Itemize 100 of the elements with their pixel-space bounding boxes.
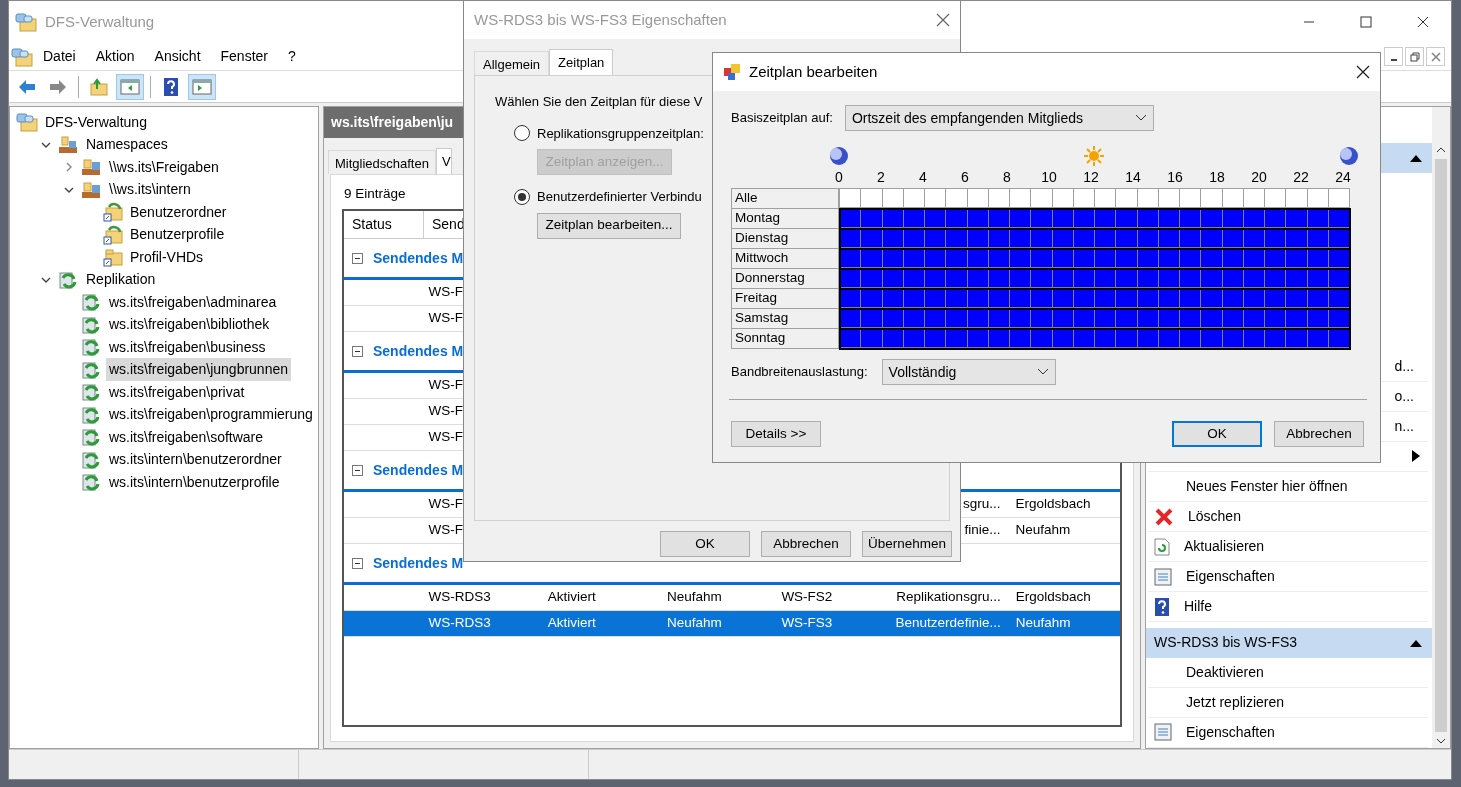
tree-item[interactable]: DFS-Verwaltung — [42, 110, 150, 134]
radio-button[interactable] — [514, 125, 530, 142]
tree-pane-icon[interactable] — [120, 76, 140, 97]
action-item[interactable]: Eigenschaften — [1186, 721, 1275, 743]
tree-item[interactable]: ws.its\intern\benutzerprofile — [106, 470, 283, 494]
schedule-row[interactable] — [840, 229, 1350, 249]
tree-item[interactable]: ws.its\freigaben\jungbrunnen — [106, 358, 291, 382]
menu-item[interactable]: Ansicht — [144, 46, 211, 67]
schedule-button[interactable]: Zeitplan bearbeiten... — [537, 212, 681, 239]
table-cell-text: WS-F — [427, 376, 465, 395]
schedule-row[interactable] — [840, 289, 1350, 309]
scroll-up-icon[interactable] — [1436, 147, 1446, 153]
collapse-icon[interactable] — [352, 252, 363, 264]
hour-label: 6 — [960, 168, 970, 187]
help-icon[interactable] — [161, 76, 181, 97]
hour-label: 18 — [1208, 168, 1226, 187]
action-item[interactable]: Jetzt replizieren — [1186, 691, 1285, 713]
replication-icon — [80, 292, 102, 313]
day-label: Freitag — [731, 288, 839, 309]
tree-item[interactable]: Profil-VHDs — [127, 245, 207, 269]
table-cell-text: WS-RDS3 — [427, 614, 492, 633]
details-button[interactable]: Details >> — [731, 421, 821, 447]
tab[interactable]: Zeitplan — [549, 49, 614, 75]
action-item[interactable]: Deaktivieren — [1186, 661, 1264, 683]
action-item[interactable]: n... — [1394, 415, 1414, 437]
restore-icon[interactable] — [1409, 51, 1420, 62]
table-cell-text: Neufahm — [1014, 614, 1072, 633]
schedule-row[interactable] — [840, 209, 1350, 229]
schedule-row[interactable] — [840, 269, 1350, 289]
time-base-dropdown[interactable]: Ortszeit des empfangenden Mitglieds — [844, 105, 1154, 131]
group-header: Sendendes M — [373, 341, 464, 361]
maximize-icon[interactable] — [1359, 16, 1372, 28]
tree-item[interactable]: ws.its\freigaben\bibliothek — [106, 313, 273, 337]
tree-item[interactable]: Replikation — [83, 268, 159, 292]
refresh-icon[interactable] — [1154, 537, 1170, 556]
tree-item[interactable]: Benutzerordner — [127, 200, 230, 224]
collapse-icon[interactable] — [352, 464, 363, 476]
delete-icon[interactable] — [1154, 506, 1174, 527]
submenu-arrow-icon[interactable] — [1412, 450, 1420, 463]
radio-button[interactable] — [514, 188, 530, 205]
tab[interactable]: Allgemein — [474, 51, 550, 75]
close-icon[interactable] — [1416, 16, 1429, 28]
dialog-title: WS-RDS3 bis WS-FS3 Eigenschaften — [474, 9, 727, 30]
hour-label: 8 — [1002, 168, 1012, 187]
tree-item[interactable]: ws.its\freigaben\business — [106, 335, 269, 359]
scroll-down-icon[interactable] — [1436, 738, 1446, 744]
dialog-button[interactable]: Abbrechen — [761, 531, 851, 557]
menu-item[interactable]: Fenster — [210, 46, 278, 67]
menu-item[interactable]: ? — [278, 46, 306, 67]
tree-item[interactable]: ws.its\freigaben\adminarea — [106, 290, 280, 314]
table-cell-text: WS-F — [427, 309, 465, 328]
collapse-icon[interactable] — [352, 345, 363, 357]
scrollbar-thumb[interactable] — [1435, 159, 1447, 732]
bandwidth-dropdown[interactable]: Vollständig — [881, 359, 1056, 385]
collapse-icon[interactable] — [352, 557, 363, 569]
dialog-button[interactable]: OK — [660, 531, 750, 557]
hour-label: 2 — [876, 168, 886, 187]
hour-selector-row[interactable] — [840, 189, 1350, 209]
tree-item[interactable]: ws.its\intern\benutzerordner — [106, 448, 285, 472]
action-item[interactable]: d... — [1394, 355, 1414, 377]
action-item[interactable]: Löschen — [1188, 506, 1241, 528]
tree-item[interactable]: \\ws.its\Freigaben — [106, 155, 222, 179]
table-cell-text: Neufahm — [1014, 521, 1072, 540]
tree-item[interactable]: ws.its\freigaben\programmierung — [106, 403, 316, 427]
dialog-button[interactable]: OK — [1172, 421, 1262, 447]
tree-item[interactable]: ws.its\freigaben\privat — [106, 380, 248, 404]
action-item[interactable]: Eigenschaften — [1186, 566, 1275, 588]
tab[interactable]: Mitgliedschaften — [328, 150, 436, 174]
schedule-row[interactable] — [840, 309, 1350, 329]
tree-item[interactable]: \\ws.its\intern — [106, 178, 194, 202]
collapse-icon[interactable] — [1410, 153, 1422, 162]
schedule-row[interactable] — [840, 249, 1350, 269]
action-item[interactable]: Neues Fenster hier öffnen — [1186, 476, 1348, 497]
collapse-icon[interactable] — [1410, 639, 1422, 647]
help-icon[interactable] — [1154, 596, 1170, 617]
folder-up-icon[interactable] — [89, 76, 109, 97]
action-item[interactable]: Aktualisieren — [1184, 536, 1265, 558]
selected-row[interactable]: WS-RDS3 Aktiviert Neufahm WS-FS3 Benutzerdefinie... Neufahm — [344, 611, 1120, 637]
expand-icon[interactable] — [64, 162, 74, 173]
tree-item[interactable]: Benutzerprofile — [127, 223, 228, 247]
action-pane-icon[interactable] — [192, 76, 212, 97]
table-cell-text: Ergoldsbach — [1014, 588, 1092, 607]
tree-item[interactable]: ws.its\freigaben\software — [106, 425, 267, 449]
replication-icon — [80, 359, 102, 380]
close-icon[interactable] — [1356, 65, 1370, 79]
schedule-row[interactable] — [840, 329, 1350, 349]
tree-item[interactable]: Namespaces — [83, 133, 171, 157]
folder-link-icon — [103, 224, 123, 245]
dialog-title: Zeitplan bearbeiten — [749, 61, 878, 82]
column-header[interactable]: Status — [344, 211, 424, 238]
select-all-button[interactable]: Alle — [731, 188, 839, 209]
menu-item[interactable]: Datei — [33, 46, 86, 67]
table-cell-text: WS-FS2 — [780, 588, 834, 607]
menu-item[interactable]: Aktion — [85, 46, 145, 67]
action-item[interactable]: o... — [1394, 385, 1414, 407]
dialog-button[interactable]: Übernehmen — [862, 531, 952, 557]
day-label: Donnerstag — [731, 268, 839, 289]
action-item[interactable]: Hilfe — [1184, 596, 1212, 618]
dialog-button[interactable]: Abbrechen — [1274, 421, 1364, 447]
table-cell-text: WS-F — [427, 521, 465, 540]
